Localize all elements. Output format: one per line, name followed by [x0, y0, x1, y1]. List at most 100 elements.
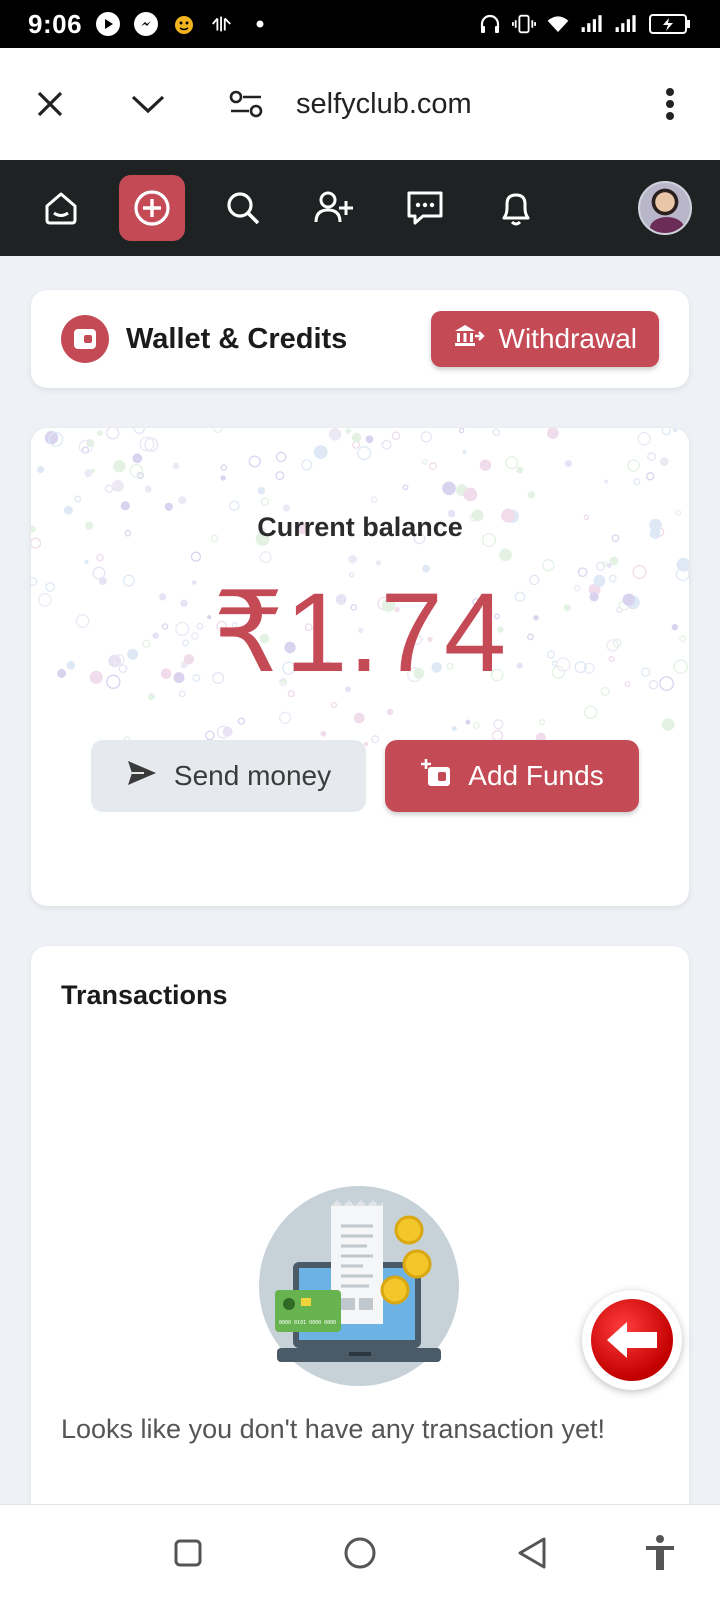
confetti-dot — [229, 500, 240, 511]
confetti-dot — [391, 431, 401, 440]
confetti-dot — [442, 481, 456, 496]
confetti-dot — [37, 466, 45, 474]
confetti-dot — [313, 445, 328, 459]
site-settings-icon[interactable] — [224, 82, 268, 126]
confetti-dot — [627, 459, 640, 472]
emoji-icon — [172, 12, 196, 36]
page-title: Wallet & Credits — [126, 322, 348, 355]
send-money-button[interactable]: Send money — [91, 740, 366, 812]
create-icon[interactable] — [119, 175, 185, 241]
confetti-dot — [564, 460, 572, 467]
confetti-dot — [112, 480, 124, 492]
confetti-dot — [371, 735, 380, 744]
more-vert-icon[interactable] — [648, 82, 692, 126]
messenger-icon — [134, 12, 159, 36]
confetti-dot — [330, 701, 338, 709]
back-fab-button[interactable] — [582, 1290, 682, 1390]
confetti-dot — [113, 460, 126, 473]
balance-label: Current balance — [257, 512, 463, 542]
back-triangle-icon[interactable] — [508, 1529, 556, 1577]
confetti-dot — [96, 430, 103, 436]
add-wallet-icon — [420, 758, 452, 795]
confetti-dot — [420, 431, 432, 443]
confetti-dot — [463, 487, 478, 502]
confetti-dot — [84, 559, 89, 564]
card-number-text: 0000 0101 0000 0000 — [279, 1320, 336, 1326]
chevron-down-icon[interactable] — [126, 82, 170, 126]
wallet-icon — [61, 315, 109, 363]
withdrawal-button[interactable]: Withdrawal — [430, 311, 659, 367]
messages-icon[interactable] — [392, 175, 458, 241]
battery-charging-icon — [648, 12, 692, 36]
confetti-dot — [348, 554, 357, 564]
confetti-dot — [672, 428, 678, 433]
recents-icon[interactable] — [164, 1529, 212, 1577]
confetti-dot — [462, 449, 467, 454]
confetti-dot — [465, 719, 471, 725]
browser-toolbar: selfyclub.com — [0, 48, 720, 160]
confetti-dot — [260, 497, 270, 506]
confetti-dot — [328, 428, 342, 441]
confetti-dot — [275, 451, 287, 463]
confetti-dot — [583, 705, 598, 720]
confetti-dot — [90, 468, 95, 473]
confetti-dot — [282, 504, 290, 512]
confetti-dot — [633, 478, 641, 486]
confetti-dot — [96, 553, 104, 562]
confetti-dot — [686, 430, 689, 435]
confetti-dot — [320, 730, 327, 737]
confetti-dot — [365, 435, 374, 444]
url-text[interactable]: selfyclub.com — [296, 88, 472, 121]
confetti-dot — [538, 719, 546, 726]
play-icon — [96, 12, 121, 36]
confetti-dot — [345, 428, 352, 434]
confetti-dot — [104, 484, 114, 494]
accessibility-icon[interactable] — [636, 1529, 684, 1577]
withdrawal-label: Withdrawal — [498, 323, 637, 354]
confetti-dot — [351, 432, 362, 443]
search-icon[interactable] — [210, 175, 276, 241]
add-friend-icon[interactable] — [301, 175, 367, 241]
confetti-dot — [212, 428, 223, 433]
confetti-dot — [527, 491, 535, 499]
confetti-dot — [375, 560, 382, 566]
confetti-dot — [421, 458, 428, 465]
confetti-dot — [133, 428, 146, 435]
gesture-icon — [210, 12, 234, 36]
confetti-dot — [661, 428, 672, 436]
notifications-icon[interactable] — [483, 175, 549, 241]
balance-card: Current balance ₹1.74 Send money Add Fun… — [31, 428, 689, 906]
confetti-dot — [364, 742, 369, 747]
confetti-dot — [259, 551, 272, 564]
confetti-dot — [301, 459, 313, 471]
confetti-dot — [144, 485, 152, 493]
avatar[interactable] — [638, 181, 692, 235]
confetti-dot — [381, 439, 392, 450]
confetti-dot — [492, 428, 501, 437]
confetti-dot — [205, 730, 215, 741]
system-nav-bar — [0, 1504, 720, 1600]
vibrate-icon — [512, 12, 536, 36]
confetti-dot — [129, 464, 144, 478]
home-icon[interactable] — [28, 175, 94, 241]
confetti-dot — [357, 446, 372, 461]
add-funds-button[interactable]: Add Funds — [385, 740, 639, 812]
confetti-dot — [220, 475, 226, 481]
confetti-dot — [547, 428, 559, 439]
confetti-dot — [505, 456, 519, 470]
confetti-dot — [646, 472, 655, 481]
transactions-title: Transactions — [61, 980, 228, 1010]
close-icon[interactable] — [28, 82, 72, 126]
confetti-dot — [479, 459, 492, 471]
home-circle-icon[interactable] — [336, 1529, 384, 1577]
empty-transactions-message: Looks like you don't have any transactio… — [61, 1414, 605, 1444]
send-money-label: Send money — [173, 760, 332, 791]
bank-transfer-icon — [453, 323, 485, 356]
confetti-dot — [106, 428, 120, 440]
empty-transactions-illustration: 0000 0101 0000 0000 — [259, 1186, 459, 1386]
confetti-dot — [604, 479, 609, 484]
arrow-left-icon — [591, 1299, 673, 1381]
confetti-dot — [452, 726, 457, 731]
confetti-dot — [74, 495, 82, 503]
confetti-dot — [132, 453, 143, 464]
